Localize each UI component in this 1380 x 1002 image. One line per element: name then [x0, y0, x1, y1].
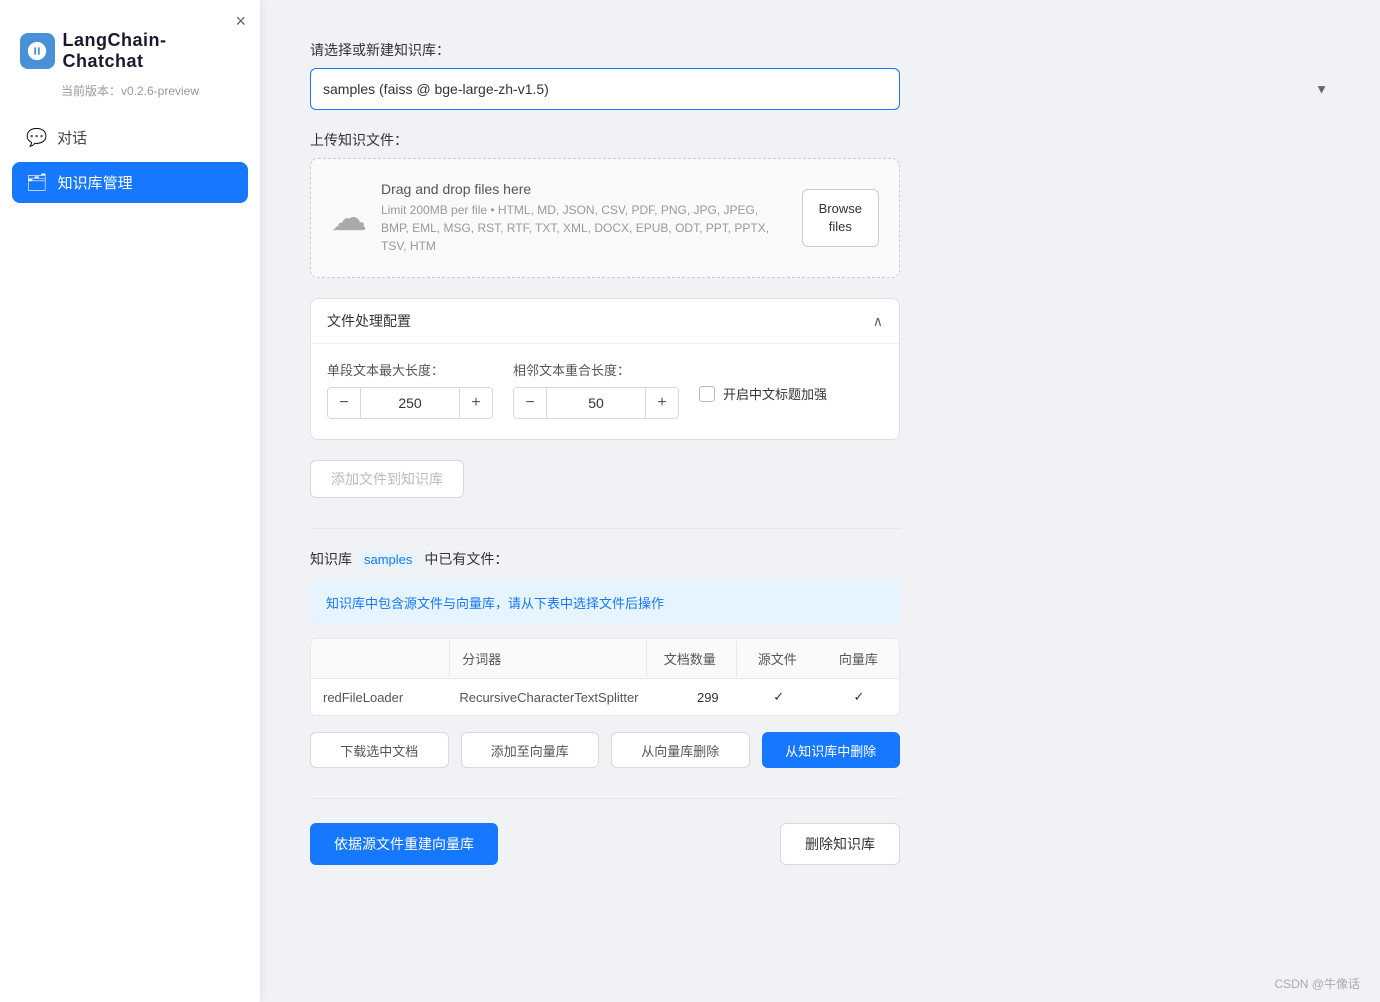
overlap-field: 相邻文本重合长度： − +: [513, 360, 679, 419]
upload-label: 上传知识文件：: [310, 130, 1340, 150]
overlap-stepper: − +: [513, 387, 679, 419]
zh-title-label: 开启中文标题加强: [723, 384, 827, 403]
th-splitter: 分词器: [450, 639, 645, 678]
close-button[interactable]: ×: [235, 12, 246, 30]
info-box: 知识库中包含源文件与向量库，请从下表中选择文件后操作: [310, 581, 900, 624]
overlap-minus-button[interactable]: −: [514, 388, 546, 418]
logo-svg: [26, 40, 48, 62]
sidebar-item-chat-label: 对话: [57, 127, 87, 148]
table-row[interactable]: redFileLoader RecursiveCharacterTextSpli…: [311, 679, 899, 715]
download-selected-button[interactable]: 下载选中文档: [310, 732, 449, 768]
overlap-label: 相邻文本重合长度：: [513, 360, 679, 379]
max-length-plus-button[interactable]: +: [460, 388, 492, 418]
max-length-field: 单段文本最大长度： − +: [327, 360, 493, 419]
config-row: 单段文本最大长度： − + 相邻文本重合长度： − +: [327, 360, 883, 419]
config-title: 文件处理配置: [327, 311, 411, 331]
config-panel-header[interactable]: 文件处理配置 ∧: [311, 299, 899, 344]
section-divider: [310, 528, 900, 529]
sidebar-item-kb-label: 知识库管理: [58, 172, 133, 193]
rebuild-vector-button[interactable]: 依据源文件重建向量库: [310, 823, 498, 865]
footer-credit: CSDN @牛像话: [1274, 975, 1360, 992]
app-title: LangChain-Chatchat: [63, 30, 240, 72]
th-docs: 文档数量: [647, 639, 736, 678]
max-length-input[interactable]: [360, 388, 460, 418]
th-filename: [311, 649, 449, 669]
overlap-input[interactable]: [546, 388, 646, 418]
overlap-plus-button[interactable]: +: [646, 388, 678, 418]
td-vector: ✓: [819, 679, 899, 715]
sidebar: × LangChain-Chatchat 当前版本：v0.2.6-preview…: [0, 0, 260, 1002]
bottom-actions-row: 依据源文件重建向量库 删除知识库: [310, 823, 900, 865]
max-length-label: 单段文本最大长度：: [327, 360, 493, 379]
cloud-upload-icon: ☁: [331, 197, 367, 239]
add-to-kb-button[interactable]: 添加文件到知识库: [310, 460, 464, 498]
upload-limit-text: Limit 200MB per file • HTML, MD, JSON, C…: [381, 201, 788, 255]
browse-files-button[interactable]: Browse files: [802, 189, 879, 247]
table-header: 分词器 文档数量 源文件 向量库: [311, 639, 899, 679]
action-buttons-row: 下载选中文档 添加至向量库 从向量库删除 从知识库中删除: [310, 732, 900, 768]
chat-icon: 💬: [26, 128, 47, 148]
config-body: 单段文本最大长度： − + 相邻文本重合长度： − +: [311, 344, 899, 439]
logo: LangChain-Chatchat: [0, 0, 260, 78]
file-config-panel: 文件处理配置 ∧ 单段文本最大长度： − + 相邻文本重合长度： −: [310, 298, 900, 440]
max-length-stepper: − +: [327, 387, 493, 419]
logo-icon: [20, 33, 55, 69]
select-kb-label: 请选择或新建知识库：: [310, 40, 1340, 60]
td-docs: 299: [651, 680, 739, 715]
upload-dropzone[interactable]: ☁ Drag and drop files here Limit 200MB p…: [310, 158, 900, 278]
kb-name-tag: samples: [358, 551, 418, 568]
td-splitter: RecursiveCharacterTextSplitter: [447, 680, 650, 715]
main-content: 请选择或新建知识库： samples (faiss @ bge-large-zh…: [260, 0, 1380, 1002]
sidebar-item-chat[interactable]: 💬 对话: [12, 117, 248, 158]
delete-from-kb-button[interactable]: 从知识库中删除: [762, 732, 901, 768]
remove-from-vector-button[interactable]: 从向量库删除: [611, 732, 750, 768]
kb-info-prefix: 知识库: [310, 549, 352, 569]
sidebar-nav: 💬 对话 🗂 知识库管理: [0, 117, 260, 203]
zh-title-checkbox[interactable]: [699, 386, 715, 402]
kb-select[interactable]: samples (faiss @ bge-large-zh-v1.5): [310, 68, 900, 110]
files-table: 分词器 文档数量 源文件 向量库 redFileLoader Recursive…: [310, 638, 900, 716]
td-filename: redFileLoader: [311, 680, 447, 715]
chevron-up-icon: ∧: [873, 313, 883, 330]
select-kb-wrapper: samples (faiss @ bge-large-zh-v1.5) ▼: [310, 68, 1340, 110]
version-label: 当前版本：v0.2.6-preview: [0, 78, 260, 117]
bottom-divider: [310, 798, 900, 799]
max-length-minus-button[interactable]: −: [328, 388, 360, 418]
select-arrow-icon: ▼: [1315, 82, 1328, 97]
th-vector: 向量库: [818, 639, 899, 678]
td-source: ✓: [739, 679, 819, 715]
kb-info-row: 知识库 samples 中已有文件：: [310, 549, 1340, 569]
drag-drop-text: Drag and drop files here: [381, 181, 788, 197]
th-source: 源文件: [737, 639, 818, 678]
kb-info-suffix: 中已有文件：: [424, 549, 508, 569]
sidebar-item-kb[interactable]: 🗂 知识库管理: [12, 162, 248, 203]
kb-icon: 🗂: [26, 173, 48, 193]
zh-title-checkbox-row: 开启中文标题加强: [699, 384, 827, 403]
delete-kb-button[interactable]: 删除知识库: [780, 823, 900, 865]
upload-text-block: Drag and drop files here Limit 200MB per…: [381, 181, 788, 255]
add-to-vector-button[interactable]: 添加至向量库: [461, 732, 600, 768]
